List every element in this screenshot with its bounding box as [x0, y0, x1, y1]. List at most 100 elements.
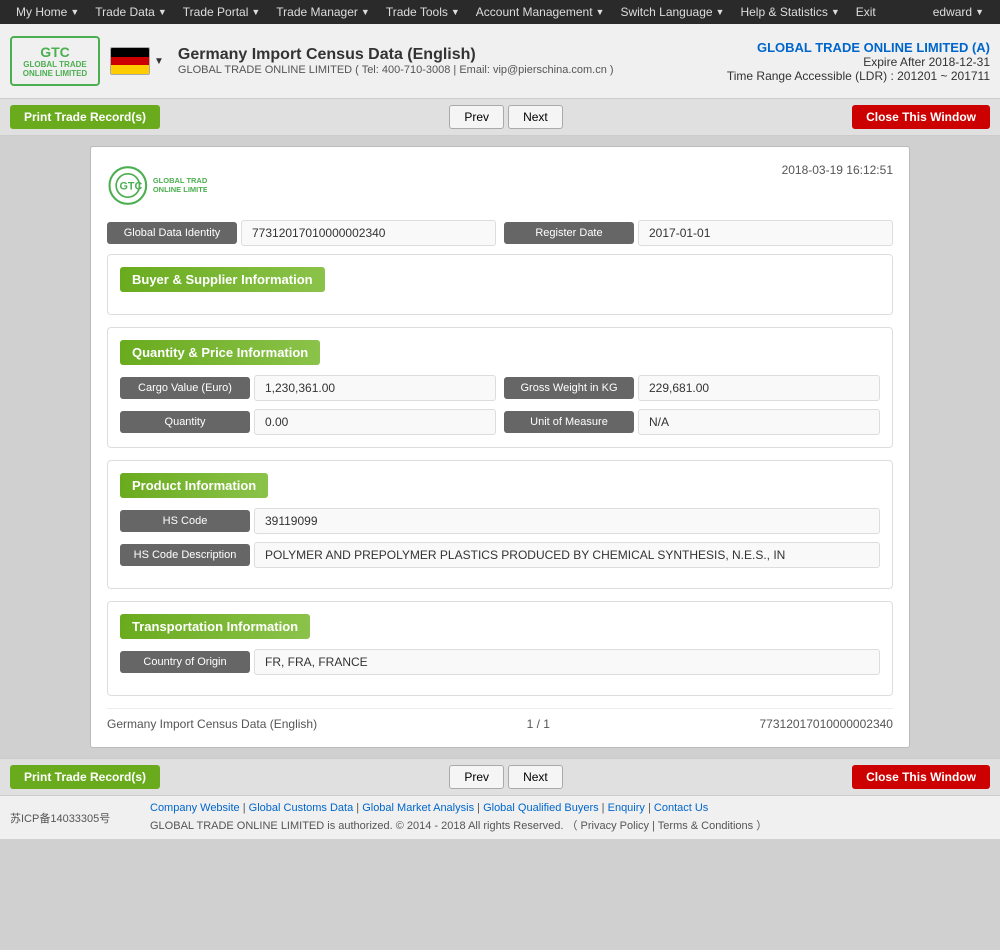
- product-info-section: Product Information HS Code 39119099 HS …: [107, 460, 893, 589]
- hs-code-label: HS Code: [120, 510, 250, 532]
- hs-desc-label: HS Code Description: [120, 544, 250, 566]
- global-data-identity-value: 77312017010000002340: [241, 220, 496, 246]
- footer-links: Company Website | Global Customs Data | …: [150, 802, 767, 814]
- chevron-down-icon: ▼: [70, 7, 79, 17]
- transport-header: Transportation Information: [120, 614, 310, 639]
- next-button-bottom[interactable]: Next: [508, 765, 563, 789]
- unit-of-measure-label: Unit of Measure: [504, 411, 634, 433]
- quantity-value: 0.00: [254, 409, 496, 435]
- chevron-down-icon: ▼: [975, 7, 984, 17]
- header-bar: GTC GLOBAL TRADE ONLINE LIMITED ▼ German…: [0, 24, 1000, 99]
- flag-area[interactable]: ▼: [110, 47, 164, 75]
- country-origin-row: Country of Origin FR, FRA, FRANCE: [120, 649, 880, 675]
- hs-code-value: 39119099: [254, 508, 880, 534]
- nav-help-statistics[interactable]: Help & Statistics ▼: [732, 0, 847, 24]
- print-button[interactable]: Print Trade Record(s): [10, 105, 160, 129]
- nav-trade-tools[interactable]: Trade Tools ▼: [378, 0, 468, 24]
- unit-measure-group: Unit of Measure N/A: [504, 409, 880, 435]
- country-origin-label: Country of Origin: [120, 651, 250, 673]
- qty-price-header: Quantity & Price Information: [120, 340, 320, 365]
- cargo-value-group: Cargo Value (Euro) 1,230,361.00: [120, 375, 496, 401]
- company-name: GLOBAL TRADE ONLINE LIMITED (A): [727, 40, 990, 55]
- nav-exit[interactable]: Exit: [848, 0, 884, 24]
- company-logo: GTC GLOBAL TRADE ONLINE LIMITED: [10, 36, 100, 86]
- cargo-value: 1,230,361.00: [254, 375, 496, 401]
- title-area: Germany Import Census Data (English) GLO…: [178, 46, 727, 76]
- main-content: GTC GLOBAL TRADE ONLINE LIMITED 2018-03-…: [0, 136, 1000, 758]
- next-button[interactable]: Next: [508, 105, 563, 129]
- contact-us-link[interactable]: Contact Us: [654, 802, 708, 814]
- page-subtitle: GLOBAL TRADE ONLINE LIMITED ( Tel: 400-7…: [178, 64, 727, 76]
- footer-left-col: 苏ICP备14033305号: [10, 802, 150, 833]
- record-footer: Germany Import Census Data (English) 1 /…: [107, 708, 893, 731]
- nav-user: edward ▼: [925, 0, 992, 24]
- product-info-header: Product Information: [120, 473, 268, 498]
- company-website-link[interactable]: Company Website: [150, 802, 240, 814]
- gto-logo: GTC GLOBAL TRADE ONLINE LIMITED: [107, 163, 207, 208]
- identity-row: Global Data Identity 7731201701000000234…: [107, 220, 893, 246]
- buyer-supplier-header: Buyer & Supplier Information: [120, 267, 325, 292]
- nav-trade-manager[interactable]: Trade Manager ▼: [268, 0, 378, 24]
- gto-logo-svg: GTC GLOBAL TRADE ONLINE LIMITED: [107, 163, 207, 208]
- record-card: GTC GLOBAL TRADE ONLINE LIMITED 2018-03-…: [90, 146, 910, 748]
- hs-desc-value: POLYMER AND PREPOLYMER PLASTICS PRODUCED…: [254, 542, 880, 568]
- prev-button[interactable]: Prev: [449, 105, 504, 129]
- nav-trade-data[interactable]: Trade Data ▼: [87, 0, 175, 24]
- footer-title: Germany Import Census Data (English): [107, 717, 317, 731]
- footer-id: 77312017010000002340: [760, 717, 893, 731]
- close-window-button-bottom[interactable]: Close This Window: [852, 765, 990, 789]
- flag-dropdown[interactable]: ▼: [154, 56, 164, 67]
- qty-price-section: Quantity & Price Information Cargo Value…: [107, 327, 893, 448]
- top-action-bar: Print Trade Record(s) Prev Next Close Th…: [0, 99, 1000, 136]
- register-date-value: 2017-01-01: [638, 220, 893, 246]
- nav-my-home[interactable]: My Home ▼: [8, 0, 87, 24]
- footer-page: 1 / 1: [527, 717, 550, 731]
- nav-account-management[interactable]: Account Management ▼: [468, 0, 613, 24]
- svg-text:ONLINE LIMITED: ONLINE LIMITED: [153, 185, 207, 194]
- global-qualified-buyers-link[interactable]: Global Qualified Buyers: [483, 802, 599, 814]
- bottom-navigation-buttons: Prev Next: [160, 765, 852, 789]
- quantity-label: Quantity: [120, 411, 250, 433]
- chevron-down-icon: ▼: [831, 7, 840, 17]
- bottom-action-bar: Print Trade Record(s) Prev Next Close Th…: [0, 758, 1000, 795]
- card-header: GTC GLOBAL TRADE ONLINE LIMITED 2018-03-…: [107, 163, 893, 208]
- page-title: Germany Import Census Data (English): [178, 46, 727, 64]
- icp-number: 苏ICP备14033305号: [10, 810, 110, 826]
- footer-row: 苏ICP备14033305号 Company Website | Global …: [10, 802, 990, 833]
- global-data-identity-label: Global Data Identity: [107, 222, 237, 244]
- register-date-label: Register Date: [504, 222, 634, 244]
- footer-right: Company Website | Global Customs Data | …: [150, 802, 767, 833]
- gross-weight-label: Gross Weight in KG: [504, 377, 634, 399]
- timestamp: 2018-03-19 16:12:51: [782, 163, 893, 177]
- top-navigation: My Home ▼ Trade Data ▼ Trade Portal ▼ Tr…: [0, 0, 1000, 24]
- transport-section: Transportation Information Country of Or…: [107, 601, 893, 696]
- chevron-down-icon: ▼: [716, 7, 725, 17]
- chevron-down-icon: ▼: [251, 7, 260, 17]
- time-range: Time Range Accessible (LDR) : 201201 ~ 2…: [727, 69, 990, 83]
- global-market-analysis-link[interactable]: Global Market Analysis: [362, 802, 474, 814]
- gross-weight-group: Gross Weight in KG 229,681.00: [504, 375, 880, 401]
- logo-area: GTC GLOBAL TRADE ONLINE LIMITED: [10, 36, 100, 86]
- svg-text:GLOBAL TRADE: GLOBAL TRADE: [153, 176, 207, 185]
- hs-desc-row: HS Code Description POLYMER AND PREPOLYM…: [120, 542, 880, 568]
- cargo-value-label: Cargo Value (Euro): [120, 377, 250, 399]
- nav-switch-language[interactable]: Switch Language ▼: [612, 0, 732, 24]
- nav-trade-portal[interactable]: Trade Portal ▼: [175, 0, 269, 24]
- global-customs-data-link[interactable]: Global Customs Data: [249, 802, 354, 814]
- prev-button-bottom[interactable]: Prev: [449, 765, 504, 789]
- unit-of-measure-value: N/A: [638, 409, 880, 435]
- copyright-text: GLOBAL TRADE ONLINE LIMITED is authorize…: [150, 817, 767, 833]
- expire-date: Expire After 2018-12-31: [727, 55, 990, 69]
- close-window-button[interactable]: Close This Window: [852, 105, 990, 129]
- print-button-bottom[interactable]: Print Trade Record(s): [10, 765, 160, 789]
- enquiry-link[interactable]: Enquiry: [608, 802, 645, 814]
- chevron-down-icon: ▼: [158, 7, 167, 17]
- chevron-down-icon: ▼: [361, 7, 370, 17]
- germany-flag: [110, 47, 150, 75]
- country-origin-value: FR, FRA, FRANCE: [254, 649, 880, 675]
- chevron-down-icon: ▼: [451, 7, 460, 17]
- quantity-group: Quantity 0.00: [120, 409, 496, 435]
- header-right: GLOBAL TRADE ONLINE LIMITED (A) Expire A…: [727, 40, 990, 83]
- buyer-supplier-section: Buyer & Supplier Information: [107, 254, 893, 315]
- hs-code-row: HS Code 39119099: [120, 508, 880, 534]
